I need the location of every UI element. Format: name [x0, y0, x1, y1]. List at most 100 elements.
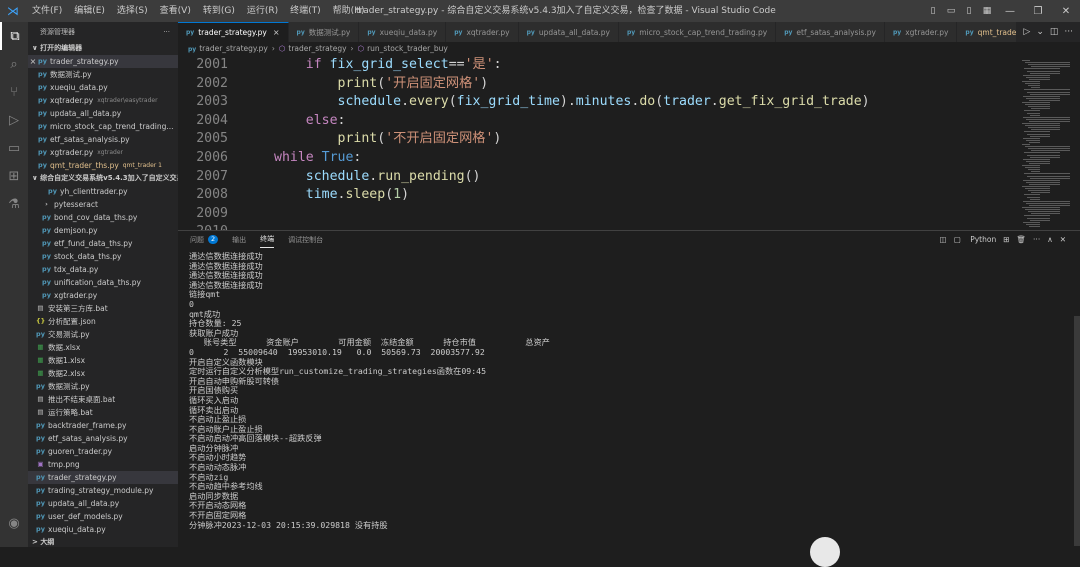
- editor-tab[interactable]: py xgtrader.py: [885, 22, 958, 42]
- file-tree-item[interactable]: py etf_satas_analysis.py: [28, 432, 178, 445]
- file-tree-item[interactable]: ▤ 安装第三方库.bat: [28, 302, 178, 315]
- run-icon[interactable]: ▷: [1023, 27, 1030, 37]
- file-tree-item[interactable]: ▤ 运行策略.bat: [28, 406, 178, 419]
- breadcrumb-method[interactable]: run_stock_trader_buy: [367, 44, 448, 53]
- file-tree-item[interactable]: py yh_clienttrader.py: [28, 185, 178, 198]
- terminal-output[interactable]: 通达信数据连接成功 通达信数据连接成功 通达信数据连接成功 通达信数据连接成功 链接qm…: [189, 251, 1069, 530]
- more-actions-icon[interactable]: ···: [1064, 27, 1073, 37]
- panel-tab[interactable]: 问题 2: [190, 231, 219, 248]
- editor-tab[interactable]: py updata_all_data.py: [518, 22, 619, 42]
- open-editor-item[interactable]: py 数据测试.py: [28, 68, 178, 81]
- code-token: else: [305, 112, 338, 128]
- code-line: 2005 print('不开启固定网格'): [178, 130, 1018, 149]
- editor-tab[interactable]: py xqtrader.py: [446, 22, 519, 42]
- file-tree-item[interactable]: ▤ 推出不结束桌面.bat: [28, 393, 178, 406]
- explorer-title: 资源管理器: [40, 28, 75, 36]
- more-actions-icon[interactable]: ···: [1033, 235, 1040, 244]
- terminal-scrollbar[interactable]: [1074, 316, 1080, 546]
- file-tree-item[interactable]: ▣ tmp.png: [28, 458, 178, 471]
- new-terminal-icon[interactable]: ⊞: [1003, 235, 1009, 244]
- file-tree-item[interactable]: py demjson.py: [28, 224, 178, 237]
- minimap-line: [1030, 135, 1050, 137]
- file-tree-item[interactable]: {} 分析配置.json: [28, 315, 178, 328]
- floating-ball[interactable]: [810, 537, 840, 567]
- editor-tab[interactable]: py etf_satas_analysis.py: [776, 22, 885, 42]
- file-tree-item[interactable]: py guoren_trader.py: [28, 445, 178, 458]
- testing-icon[interactable]: ⚗: [0, 190, 28, 218]
- file-tree-item[interactable]: py unification_data_ths.py: [28, 276, 178, 289]
- kill-terminal-icon[interactable]: 🗑: [1017, 235, 1027, 244]
- file-tree-item[interactable]: py xgtrader.py: [28, 289, 178, 302]
- more-actions-icon[interactable]: ···: [163, 28, 170, 36]
- open-editor-item[interactable]: py qmt_trader_ths.py qmt_trader 1: [28, 159, 178, 172]
- close-tab-icon[interactable]: ×: [273, 28, 280, 37]
- remote-explorer-icon[interactable]: ▭: [0, 134, 28, 162]
- panel-tab[interactable]: 输出: [232, 231, 246, 248]
- panel-tab[interactable]: 终端: [260, 231, 275, 248]
- editor-tab[interactable]: py 数据测试.py: [288, 22, 360, 42]
- outline-section[interactable]: > 大纲: [28, 536, 178, 547]
- file-tree-item[interactable]: py backtrader_frame.py: [28, 419, 178, 432]
- editor-tab[interactable]: py micro_stock_cap_trend_trading.py: [619, 22, 777, 42]
- close-panel-icon[interactable]: ✕: [1060, 235, 1066, 244]
- editor-tab[interactable]: py trader_strategy.py ×: [178, 22, 289, 42]
- minimize-button[interactable]: —: [996, 6, 1024, 17]
- file-tree-item[interactable]: › pytesseract: [28, 198, 178, 211]
- file-tree-item[interactable]: py 数据测试.py: [28, 380, 178, 393]
- file-tree-item[interactable]: py trading_strategy_module.py: [28, 484, 178, 497]
- file-tree-item[interactable]: py stock_data_ths.py: [28, 250, 178, 263]
- close-icon[interactable]: ×: [28, 55, 38, 68]
- chevron-down-icon[interactable]: ⌄: [1036, 27, 1044, 37]
- file-tree-item[interactable]: py etf_fund_data_ths.py: [28, 237, 178, 250]
- open-editors-section[interactable]: ∨ 打开的编辑器: [28, 42, 178, 55]
- menu-item[interactable]: 文件(F): [26, 0, 68, 22]
- toggle-panel-icon[interactable]: ▭: [942, 6, 960, 16]
- project-section[interactable]: ∨ 综合自定义交易系统v5.4.3加入了自定义交易...: [28, 172, 178, 185]
- menu-item[interactable]: 编辑(E): [68, 0, 111, 22]
- open-editor-item[interactable]: × py trader_strategy.py: [28, 55, 178, 68]
- source-control-icon[interactable]: ⑂: [0, 78, 28, 106]
- minimap[interactable]: [1018, 56, 1080, 230]
- close-window-button[interactable]: ✕: [1052, 6, 1080, 17]
- file-tree-item[interactable]: ▦ 数据1.xlsx: [28, 354, 178, 367]
- explorer-icon[interactable]: ⧉: [0, 22, 28, 50]
- breadcrumb-class[interactable]: trader_strategy: [288, 44, 346, 53]
- menu-item[interactable]: 运行(R): [241, 0, 284, 22]
- file-tree-item[interactable]: py updata_all_data.py: [28, 497, 178, 510]
- maximize-panel-icon[interactable]: ∧: [1047, 235, 1053, 244]
- toggle-sidebar-icon[interactable]: ▯: [924, 6, 942, 16]
- open-editor-item[interactable]: py xueqiu_data.py: [28, 81, 178, 94]
- file-tree-item[interactable]: py bond_cov_data_ths.py: [28, 211, 178, 224]
- menu-item[interactable]: 选择(S): [111, 0, 154, 22]
- toggle-secondary-sidebar-icon[interactable]: ▯: [960, 6, 978, 16]
- file-tree-item[interactable]: py 交易测试.py: [28, 328, 178, 341]
- maximize-button[interactable]: ❐: [1024, 6, 1052, 17]
- editor-tab[interactable]: py xueqiu_data.py: [359, 22, 447, 42]
- open-editor-item[interactable]: py xqtrader.py xqtrader\easytrader: [28, 94, 178, 107]
- run-debug-icon[interactable]: ▷: [0, 106, 28, 134]
- menu-item[interactable]: 转到(G): [197, 0, 241, 22]
- menu-item[interactable]: 查看(V): [154, 0, 197, 22]
- split-editor-icon[interactable]: ◫: [1050, 27, 1059, 37]
- file-tree-item[interactable]: py trader_strategy.py: [28, 471, 178, 484]
- panel-tab[interactable]: 调试控制台: [288, 231, 323, 248]
- minimap-line: [1027, 196, 1040, 198]
- menu-item[interactable]: 终端(T): [284, 0, 327, 22]
- split-terminal-icon[interactable]: ◫: [940, 235, 947, 244]
- code-editor[interactable]: 2001 if fix_grid_select=='是': 2002 print(…: [178, 56, 1018, 230]
- file-tree-item[interactable]: py xueqiu_data.py: [28, 523, 178, 536]
- extensions-icon[interactable]: ⊞: [0, 162, 28, 190]
- search-icon[interactable]: ⌕: [0, 50, 28, 78]
- file-tree-item[interactable]: py tdx_data.py: [28, 263, 178, 276]
- file-tree-item[interactable]: ▦ 数据.xlsx: [28, 341, 178, 354]
- account-icon[interactable]: ◉: [0, 509, 28, 537]
- open-editor-item[interactable]: py micro_stock_cap_trend_trading...: [28, 120, 178, 133]
- file-tree-item[interactable]: py user_def_models.py: [28, 510, 178, 523]
- breadcrumb-file[interactable]: trader_strategy.py: [199, 44, 268, 53]
- open-editor-item[interactable]: py xgtrader.py xgtrader: [28, 146, 178, 159]
- open-editor-item[interactable]: py updata_all_data.py: [28, 107, 178, 120]
- customize-layout-icon[interactable]: ▦: [978, 6, 996, 16]
- file-tree-item[interactable]: ▦ 数据2.xlsx: [28, 367, 178, 380]
- terminal-icon[interactable]: ▢ Python: [954, 235, 996, 244]
- open-editor-item[interactable]: py etf_satas_analysis.py: [28, 133, 178, 146]
